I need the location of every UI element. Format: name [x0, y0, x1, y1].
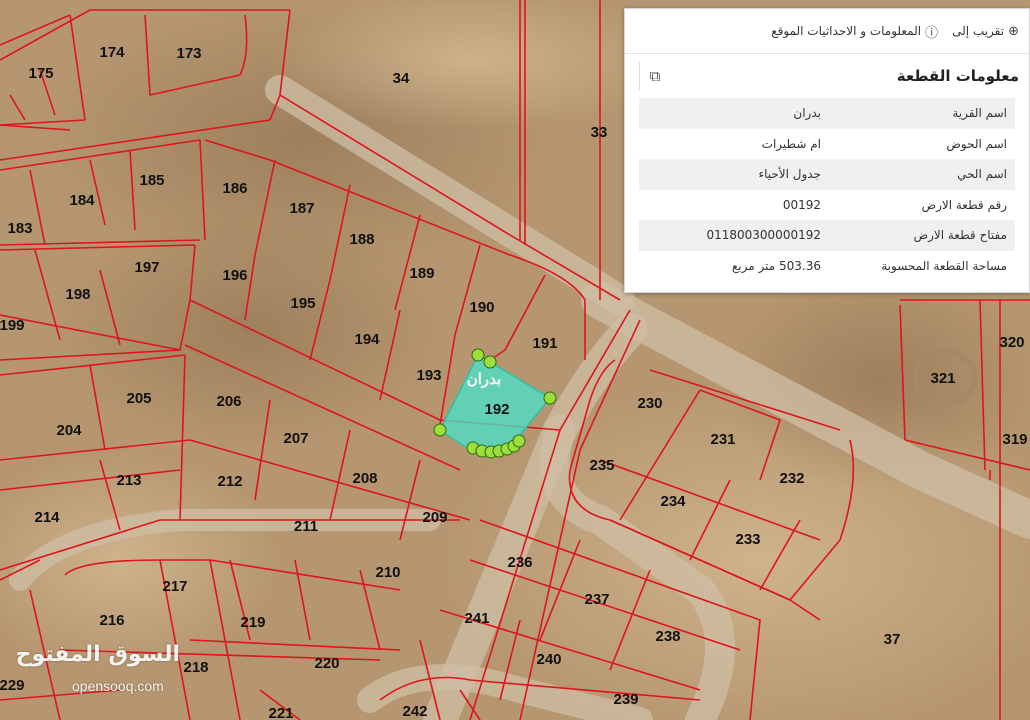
parcel-label: 218: [183, 659, 208, 676]
parcel-label: 209: [422, 509, 447, 526]
attribute-key: مساحة القطعة المحسوبة: [881, 258, 1007, 273]
parcel-label: 233: [735, 531, 760, 548]
table-row: اسم الحوض ام شطيرات: [639, 129, 1015, 160]
watermark-latin: opensooq.com: [72, 678, 164, 694]
table-row: رقم قطعة الارض 00192: [639, 190, 1015, 221]
parcel-label: 221: [268, 705, 293, 720]
parcel-label: 174: [99, 44, 125, 61]
parcel-label: 230: [637, 395, 662, 412]
parcel-info-panel: ⊕ تقريب إلى ⓘ المعلومات و الاحداثيات الم…: [624, 8, 1030, 293]
parcel-label: 210: [375, 564, 400, 581]
parcel-label: 240: [536, 651, 561, 668]
parcel-label: 183: [7, 220, 32, 237]
table-row: مفتاح قطعة الارض 011800300000192: [639, 220, 1015, 251]
restore-window-button[interactable]: ⧉: [639, 61, 670, 91]
parcel-label: 175: [28, 65, 53, 82]
parcel-label: 184: [69, 192, 95, 209]
parcel-label: 196: [222, 267, 247, 284]
parcel-label: 195: [290, 295, 315, 312]
zoom-to-label: تقريب إلى: [952, 24, 1005, 38]
attribute-value: ام شطيرات: [761, 136, 821, 151]
parcel-label: 198: [65, 286, 90, 303]
parcel-label: 190: [469, 299, 494, 316]
attribute-key: رقم قطعة الارض: [921, 197, 1007, 212]
parcel-label: 34: [393, 70, 410, 87]
parcel-label: 236: [507, 554, 532, 571]
parcel-label: 185: [139, 172, 164, 189]
parcel-label: 239: [613, 691, 638, 708]
parcel-label: 207: [283, 430, 308, 447]
parcel-label: 187: [289, 200, 314, 217]
parcel-label: 204: [56, 422, 82, 439]
attribute-key: مفتاح قطعة الارض: [913, 228, 1007, 243]
parcel-label: 231: [710, 431, 735, 448]
attribute-value: 00192: [782, 197, 821, 212]
watermark-logo: السوق المفتوح opensooq.com: [10, 642, 180, 702]
parcel-label: 205: [126, 390, 151, 407]
selected-parcel-name: بدران: [467, 371, 501, 388]
parcel-label: 321: [930, 370, 955, 387]
attribute-value: بدران: [793, 106, 821, 121]
parcel-label: 186: [222, 180, 247, 197]
parcel-label: 238: [655, 628, 680, 645]
parcel-label: 213: [116, 472, 141, 489]
parcel-label: 235: [589, 457, 614, 474]
table-row: اسم القرية بدران: [639, 98, 1015, 129]
parcel-label: 232: [779, 470, 804, 487]
restore-window-icon: ⧉: [649, 67, 661, 85]
parcel-label: 214: [34, 509, 60, 526]
panel-title: معلومات القطعة: [896, 67, 1019, 85]
parcel-label: 188: [349, 231, 374, 248]
parcel-label: 192: [484, 401, 509, 418]
parcel-label: 208: [352, 470, 377, 487]
parcel-label: 241: [464, 610, 489, 627]
parcel-label: 220: [314, 655, 339, 672]
parcel-label: 219: [240, 614, 265, 631]
info-coordinates-button[interactable]: ⓘ المعلومات و الاحداثيات الموقع: [771, 22, 938, 41]
parcel-label: 319: [1002, 431, 1027, 448]
parcel-label: 189: [409, 265, 434, 282]
attribute-value: 011800300000192: [706, 228, 821, 243]
attribute-value: 503.36 متر مربع: [731, 258, 821, 273]
parcel-label: 33: [591, 124, 608, 141]
parcel-label: 237: [584, 591, 609, 608]
panel-toolbar: ⊕ تقريب إلى ⓘ المعلومات و الاحداثيات الم…: [625, 9, 1029, 54]
parcel-label: 173: [176, 45, 201, 62]
parcel-label: 211: [294, 518, 318, 535]
attribute-key: اسم الحوض: [946, 136, 1007, 151]
panel-titlebar: معلومات القطعة ⧉: [625, 54, 1029, 98]
parcel-label: 194: [354, 331, 380, 348]
table-row: اسم الحي جدول الأحياء: [639, 159, 1015, 190]
attribute-key: اسم الحي: [957, 167, 1007, 182]
parcel-label: 216: [99, 612, 124, 629]
parcel-label: 191: [532, 335, 557, 352]
attribute-key: اسم القرية: [952, 106, 1007, 121]
parcel-attributes-table: اسم القرية بدران اسم الحوض ام شطيرات اسم ا…: [639, 98, 1015, 281]
zoom-in-icon: ⊕: [1008, 23, 1019, 39]
parcel-label: 199: [0, 317, 25, 334]
zoom-to-button[interactable]: ⊕ تقريب إلى: [952, 24, 1019, 39]
attribute-value: جدول الأحياء: [758, 167, 821, 182]
table-row: مساحة القطعة المحسوبة 503.36 متر مربع: [639, 251, 1015, 282]
parcel-label: 217: [162, 578, 187, 595]
info-icon: ⓘ: [925, 25, 939, 41]
parcel-label: 197: [134, 259, 159, 276]
parcel-label: 242: [402, 703, 427, 720]
parcel-label: 320: [999, 334, 1024, 351]
parcel-label: 206: [216, 393, 241, 410]
parcel-label: 37: [884, 631, 901, 648]
info-coordinates-label: المعلومات و الاحداثيات الموقع: [771, 24, 922, 38]
parcel-label: 193: [416, 367, 441, 384]
watermark-arabic: السوق المفتوح: [15, 642, 180, 667]
parcel-label: 234: [660, 493, 686, 510]
parcel-label: 212: [217, 473, 242, 490]
